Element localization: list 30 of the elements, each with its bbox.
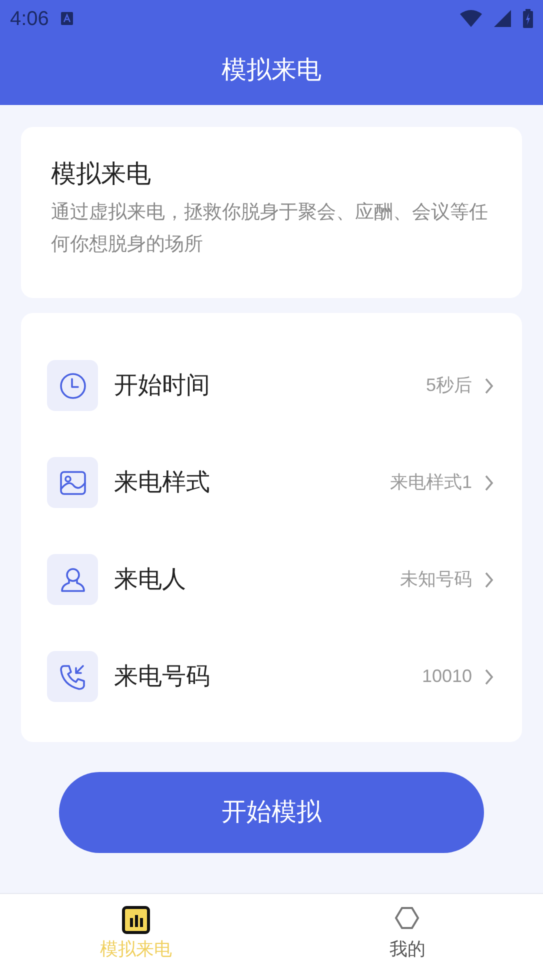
battery-icon [523,9,533,28]
row-value: 5秒后 [426,374,472,397]
row-value: 未知号码 [400,568,472,591]
row-value: 来电样式1 [390,471,472,494]
wifi-icon [460,10,482,27]
signal-icon [494,10,511,27]
nav-tab[interactable]: 我的 [272,894,543,967]
settings-row[interactable]: 来电人 未知号码 [47,531,496,628]
row-label: 开始时间 [114,370,211,400]
settings-row[interactable]: 来电号码 10010 [47,628,496,725]
row-label: 来电样式 [114,468,211,498]
intro-title: 模拟来电 [51,159,152,190]
chevron-icon [484,474,494,492]
chevron-icon [484,376,494,394]
start-button[interactable]: 开始模拟 [59,772,484,853]
keyboard-icon [60,12,73,25]
chevron-icon [484,668,494,686]
header-title: 模拟来电 [222,55,322,86]
row-label: 来电号码 [114,662,211,692]
intro-description: 通过虚拟来电，拯救你脱身于聚会、应酬、会议等任何你想脱身的场所 [51,201,489,257]
clock-icon [58,372,86,400]
settings-row[interactable]: 来电样式 来电样式1 [47,434,496,531]
settings-row[interactable]: 开始时间 5秒后 [47,337,496,434]
row-value: 10010 [422,665,472,688]
row-label: 来电人 [114,564,187,594]
image-icon [58,468,86,496]
chart-icon [122,906,150,934]
phone-icon [58,662,86,690]
status-time: 4:06 [10,6,49,32]
chevron-icon [484,570,494,588]
